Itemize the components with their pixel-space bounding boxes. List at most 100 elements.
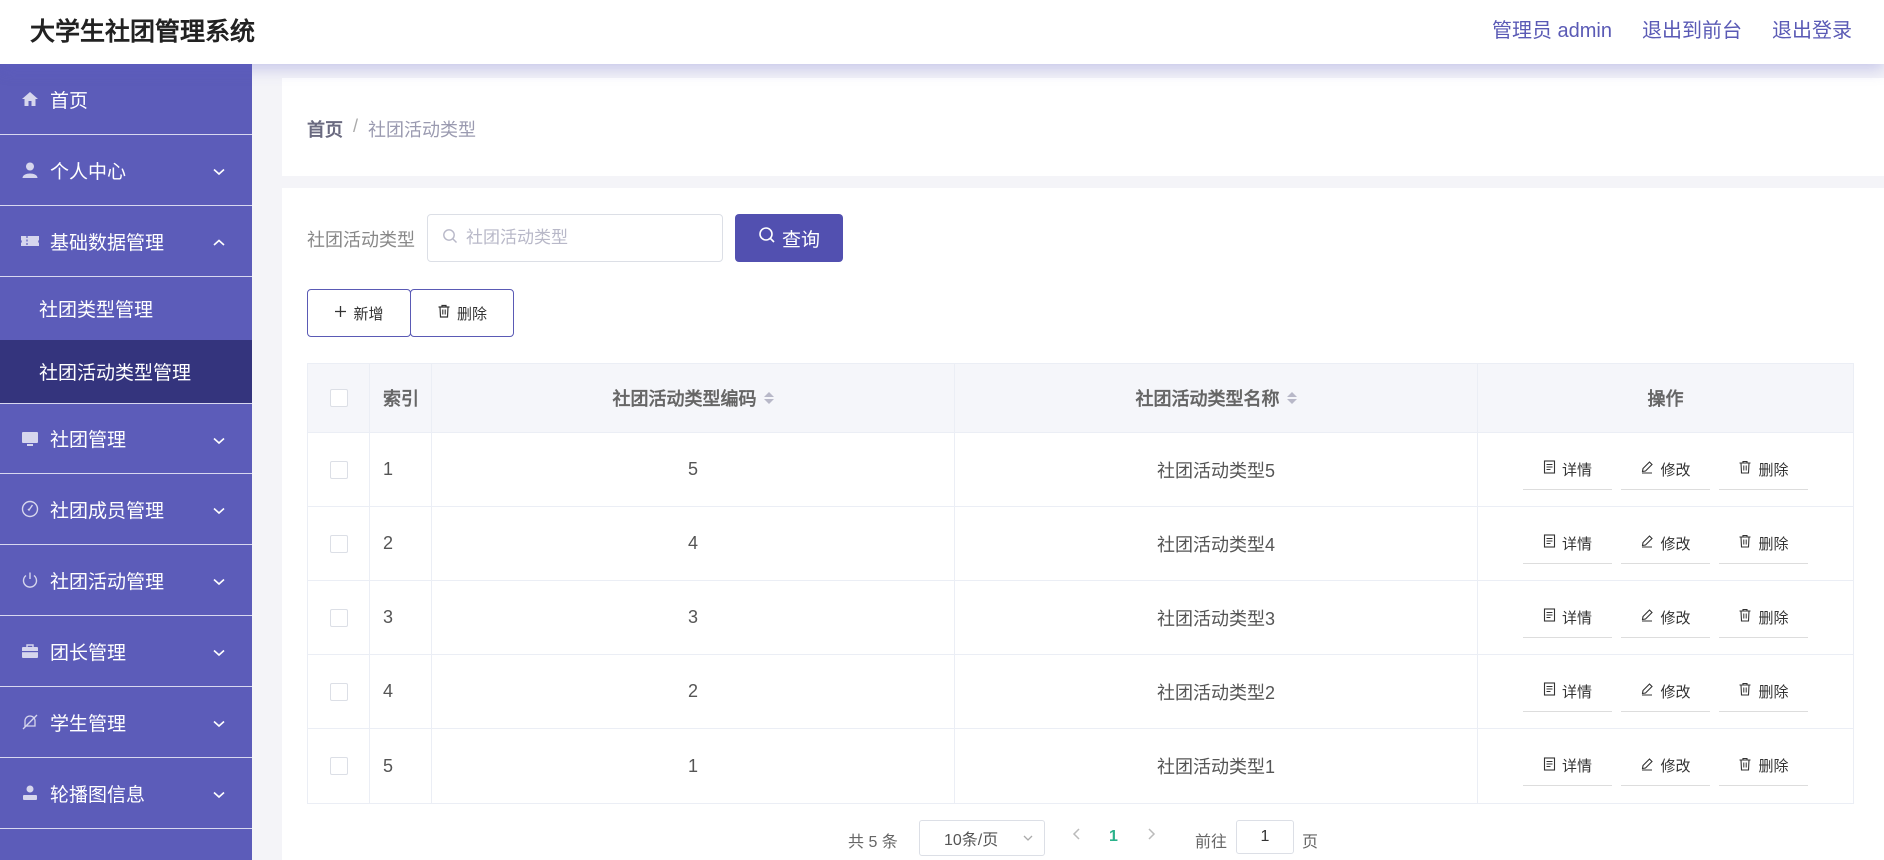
sidebar-item-personal-center[interactable]: 个人中心 [0, 135, 252, 206]
row-checkbox[interactable] [329, 608, 348, 627]
delete-button[interactable]: 删除 [1719, 524, 1808, 564]
search-icon [442, 228, 458, 249]
search-label: 社团活动类型 [307, 230, 415, 250]
goto-suffix: 页 [1302, 834, 1319, 851]
goto-page-input[interactable] [1236, 820, 1294, 854]
row-checkbox-cell [308, 729, 370, 803]
logout-link[interactable]: 退出登录 [1772, 14, 1852, 43]
table-header: 索引 社团活动类型编码 社团活动类型名称 操作 [308, 364, 1853, 433]
delete-button-label: 删除 [1758, 683, 1789, 701]
cell-index: 2 [370, 507, 432, 580]
page-size-select[interactable]: 10条/页 [919, 820, 1045, 856]
edit-icon [1640, 534, 1654, 552]
page-number-current[interactable]: 1 [1109, 828, 1118, 846]
document-icon [1543, 756, 1556, 775]
header-ops: 操作 [1478, 364, 1853, 432]
cell-code: 5 [432, 433, 955, 506]
search-field[interactable] [427, 214, 723, 262]
row-checkbox-cell [308, 507, 370, 580]
edit-button[interactable]: 修改 [1621, 746, 1710, 786]
detail-button-label: 详情 [1561, 683, 1592, 701]
sidebar-item-home[interactable]: 首页 [0, 64, 252, 135]
edit-button-label: 修改 [1660, 758, 1691, 775]
delete-button-label: 删除 [1758, 609, 1789, 627]
detail-button[interactable]: 详情 [1523, 672, 1612, 712]
header-index: 索引 [370, 364, 432, 432]
edit-icon [1640, 608, 1654, 626]
search-input[interactable] [466, 228, 706, 248]
sidebar-item-carousel[interactable]: 轮播图信息 [0, 758, 252, 829]
breadcrumb-home[interactable]: 首页 [307, 116, 343, 142]
sidebar-item-label: 轮播图信息 [50, 784, 146, 806]
header-index-label: 索引 [383, 389, 419, 409]
exit-to-frontend-link[interactable]: 退出到前台 [1642, 14, 1742, 43]
sidebar-item-members[interactable]: 社团成员管理 [0, 474, 252, 545]
detail-button[interactable]: 详情 [1523, 524, 1612, 564]
cell-index: 4 [370, 655, 432, 728]
edit-button-label: 修改 [1660, 683, 1691, 701]
sidebar-item-basic-data[interactable]: 基础数据管理 [0, 206, 252, 277]
chevron-down-icon [1022, 831, 1034, 849]
breadcrumb: 首页 / 社团活动类型 [307, 116, 476, 142]
detail-button[interactable]: 详情 [1523, 450, 1612, 490]
delete-button[interactable]: 删除 [1719, 450, 1808, 490]
document-icon [1543, 682, 1556, 700]
sidebar-item-label: 社团活动管理 [50, 571, 165, 593]
sort-icon[interactable] [763, 392, 774, 404]
user-solid-icon [20, 783, 40, 803]
next-page-button[interactable] [1144, 824, 1158, 849]
edit-button[interactable]: 修改 [1621, 672, 1710, 712]
trash-icon [1738, 534, 1752, 552]
cell-code: 4 [432, 507, 955, 580]
row-checkbox[interactable] [329, 682, 348, 701]
chevron-down-icon [212, 784, 226, 806]
cell-name: 社团活动类型2 [955, 655, 1478, 728]
header-code-label: 社团活动类型编码 [612, 389, 757, 409]
sidebar-item-label: 基础数据管理 [50, 232, 165, 254]
table-row: 3 3 社团活动类型3 详情 修改 删除 [308, 581, 1853, 655]
row-checkbox-cell [308, 655, 370, 728]
sidebar-item-club[interactable]: 社团管理 [0, 403, 252, 474]
data-table: 索引 社团活动类型编码 社团活动类型名称 操作 1 5 社团活动类型5 详情 修改 删除 2… [307, 363, 1854, 804]
batch-delete-button[interactable]: 删除 [410, 289, 514, 337]
trash-icon [1738, 757, 1752, 775]
top-header: 大学生社团管理系统 管理员 admin 退出到前台 退出登录 [0, 0, 1884, 64]
prev-page-button[interactable] [1070, 824, 1084, 849]
table-row: 1 5 社团活动类型5 详情 修改 删除 [308, 433, 1853, 507]
trash-icon [437, 304, 451, 322]
delete-button[interactable]: 删除 [1719, 598, 1808, 638]
document-icon [1543, 460, 1556, 478]
sidebar-item-students[interactable]: 学生管理 [0, 687, 252, 758]
row-checkbox[interactable] [329, 757, 348, 775]
breadcrumb-separator: / [353, 116, 359, 136]
goto-label: 前往 [1195, 834, 1228, 851]
header-checkbox-cell [308, 364, 370, 432]
row-checkbox[interactable] [329, 460, 348, 479]
detail-button[interactable]: 详情 [1523, 746, 1612, 786]
table-row: 5 1 社团活动类型1 详情 修改 删除 [308, 729, 1853, 803]
header-code[interactable]: 社团活动类型编码 [432, 364, 955, 432]
admin-user-link[interactable]: 管理员 admin [1492, 14, 1612, 43]
edit-button[interactable]: 修改 [1621, 450, 1710, 490]
bell-off-icon [20, 712, 40, 732]
add-button[interactable]: 新增 [307, 289, 411, 337]
sidebar-subitem-activity-type[interactable]: 社团活动类型管理 [0, 340, 252, 403]
query-button[interactable]: 查询 [735, 214, 843, 262]
edit-button[interactable]: 修改 [1621, 524, 1710, 564]
main-content: 社团活动类型 查询 新增 删除 索引 社团 [282, 188, 1884, 860]
row-checkbox-cell [308, 433, 370, 506]
trash-icon [1738, 608, 1752, 626]
sidebar-item-activities[interactable]: 社团活动管理 [0, 545, 252, 616]
edit-button[interactable]: 修改 [1621, 598, 1710, 638]
detail-button[interactable]: 详情 [1523, 598, 1612, 638]
delete-button[interactable]: 删除 [1719, 672, 1808, 712]
chevron-down-icon [212, 430, 226, 452]
select-all-checkbox[interactable] [329, 389, 348, 407]
cell-index: 5 [370, 729, 432, 803]
header-name[interactable]: 社团活动类型名称 [955, 364, 1478, 432]
sidebar-item-leaders[interactable]: 团长管理 [0, 616, 252, 687]
row-checkbox[interactable] [329, 534, 348, 553]
sidebar-subitem-club-type[interactable]: 社团类型管理 [0, 277, 252, 340]
delete-button[interactable]: 删除 [1719, 746, 1808, 786]
sort-icon[interactable] [1286, 392, 1297, 404]
